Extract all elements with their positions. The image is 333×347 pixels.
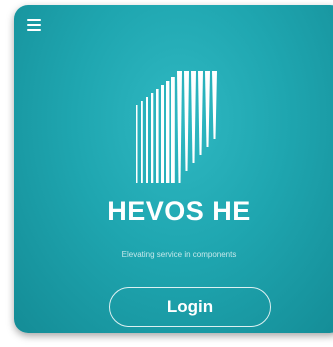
app-screen: HEVOS HE Elevating service in components… [14,5,333,333]
brand-title: HEVOS HE [107,196,251,226]
login-button[interactable]: Login [109,287,271,327]
brand-logo-icon [136,71,217,183]
brand-tagline: Elevating service in components [121,250,237,259]
hamburger-menu-icon[interactable] [27,19,41,31]
